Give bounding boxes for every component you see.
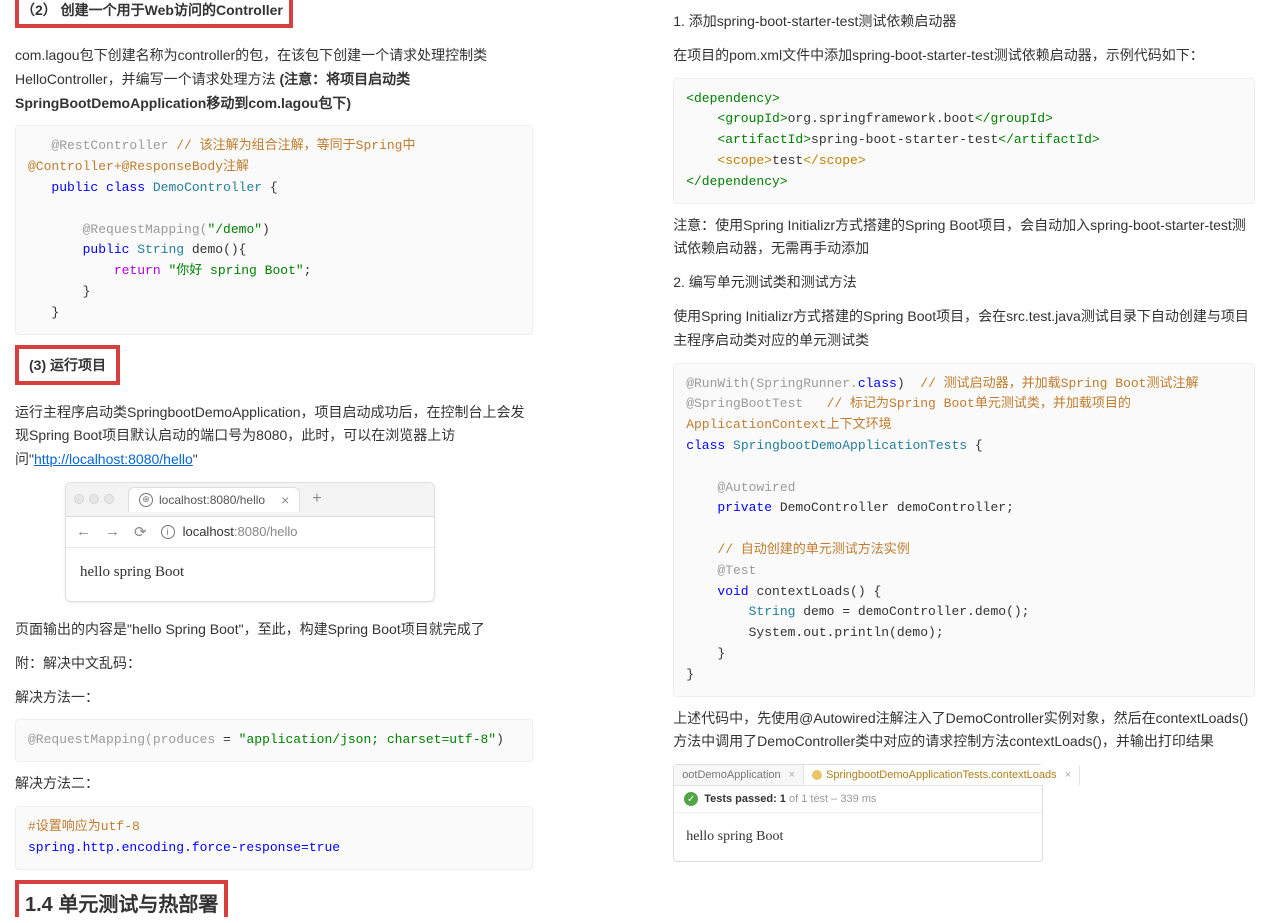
- check-icon: ✓: [684, 792, 698, 806]
- reload-icon[interactable]: ⟳: [134, 523, 147, 541]
- section-1-4-heading-box: 1.4 单元测试与热部署: [15, 880, 228, 917]
- section-1-4-heading: 1.4 单元测试与热部署: [25, 888, 218, 917]
- paragraph-pom-xml: 在项目的pom.xml文件中添加spring-boot-starter-test…: [673, 44, 1255, 68]
- close-icon[interactable]: ×: [1065, 769, 1071, 781]
- text: com.lagou包下创建名称为controller的包，在该包下创建一个请求处…: [15, 47, 487, 87]
- paragraph-solution-1: 解决方法一：: [15, 686, 533, 710]
- status-passed: Tests passed: 1: [704, 793, 786, 805]
- paragraph-write-test: 2. 编写单元测试类和测试方法: [673, 271, 1255, 295]
- localhost-link[interactable]: http://localhost:8080/hello: [34, 451, 193, 467]
- runner-tab-app[interactable]: ootDemoApplication ×: [674, 765, 804, 785]
- tab-title: localhost:8080/hello: [159, 493, 265, 507]
- test-icon: [812, 770, 822, 780]
- back-icon[interactable]: ←: [76, 523, 91, 540]
- url-host: localhost: [183, 524, 234, 539]
- dot-icon: [74, 494, 84, 504]
- section-3-heading: (3) 运行项目: [29, 357, 106, 373]
- paragraph-note-initializr: 注意：使用Spring Initializr方式搭建的Spring Boot项目…: [673, 214, 1255, 262]
- code-block-democontroller: @RestController // 该注解为组合注解，等同于Spring中@C…: [15, 125, 533, 334]
- new-tab-icon[interactable]: +: [312, 490, 321, 508]
- code-block-dependency: <dependency> <groupId>org.springframewor…: [673, 78, 1255, 204]
- section-2-heading-box: （2） 创建一个用于Web访问的Controller: [15, 0, 293, 28]
- runner-tabs: ootDemoApplication× SpringbootDemoApplic…: [674, 765, 1042, 786]
- browser-page-content: hello spring Boot: [66, 548, 434, 601]
- page: （2） 创建一个用于Web访问的Controller com.lagou包下创建…: [0, 0, 1270, 923]
- browser-tab[interactable]: ⊕ localhost:8080/hello ×: [128, 487, 300, 512]
- section-2-heading: （2） 创建一个用于Web访问的Controller: [21, 2, 283, 18]
- dot-icon: [104, 494, 114, 504]
- right-column: 1. 添加spring-boot-starter-test测试依赖启动器 在项目…: [658, 0, 1270, 923]
- forward-icon[interactable]: →: [105, 523, 120, 540]
- paragraph-solution-2: 解决方法二：: [15, 772, 533, 796]
- code-block-encoding-prop: #设置响应为utf-8 spring.http.encoding.force-r…: [15, 806, 533, 870]
- globe-icon: ⊕: [139, 493, 153, 507]
- status-detail: of 1 test – 339 ms: [786, 793, 877, 805]
- test-runner-screenshot: ootDemoApplication× SpringbootDemoApplic…: [673, 764, 1043, 862]
- section-3-heading-box: (3) 运行项目: [15, 345, 120, 385]
- code-block-produces: @RequestMapping(produces = "application/…: [15, 719, 533, 762]
- paragraph-encoding-note: 附：解决中文乱码：: [15, 652, 533, 676]
- runner-status-bar: ✓ Tests passed: 1 of 1 test – 339 ms: [674, 786, 1042, 813]
- url-field[interactable]: i localhost:8080/hello: [161, 524, 424, 539]
- tab-label: SpringbootDemoApplicationTests.contextLo…: [826, 769, 1057, 781]
- info-icon: i: [161, 525, 175, 539]
- paragraph-code-explain: 上述代码中，先使用@Autowired注解注入了DemoController实例…: [673, 707, 1255, 755]
- url-path: :8080/hello: [234, 524, 298, 539]
- runner-tab-test[interactable]: SpringbootDemoApplicationTests.contextLo…: [804, 765, 1080, 785]
- browser-address-bar: ← → ⟳ i localhost:8080/hello: [66, 517, 434, 548]
- close-icon[interactable]: ×: [789, 769, 795, 781]
- dot-icon: [89, 494, 99, 504]
- paragraph-run-project: 运行主程序启动类SpringbootDemoApplication，项目启动成功…: [15, 401, 533, 472]
- paragraph-add-starter: 1. 添加spring-boot-starter-test测试依赖启动器: [673, 10, 1255, 34]
- text: ": [193, 451, 198, 467]
- window-controls: [74, 494, 114, 504]
- browser-screenshot: ⊕ localhost:8080/hello × + ← → ⟳ i local…: [65, 482, 435, 602]
- paragraph-output: 页面输出的内容是"hello Spring Boot"，至此，构建Spring …: [15, 618, 533, 642]
- tab-label: ootDemoApplication: [682, 769, 780, 781]
- left-column: （2） 创建一个用于Web访问的Controller com.lagou包下创建…: [0, 0, 548, 923]
- runner-output: hello spring Boot: [674, 813, 1042, 861]
- paragraph-auto-create-test: 使用Spring Initializr方式搭建的Spring Boot项目，会在…: [673, 305, 1255, 353]
- browser-tabbar: ⊕ localhost:8080/hello × +: [66, 483, 434, 517]
- paragraph-create-controller: com.lagou包下创建名称为controller的包，在该包下创建一个请求处…: [15, 44, 533, 115]
- close-icon[interactable]: ×: [281, 492, 289, 508]
- code-block-test-class: @RunWith(SpringRunner.class) // 测试启动器，并加…: [673, 363, 1255, 697]
